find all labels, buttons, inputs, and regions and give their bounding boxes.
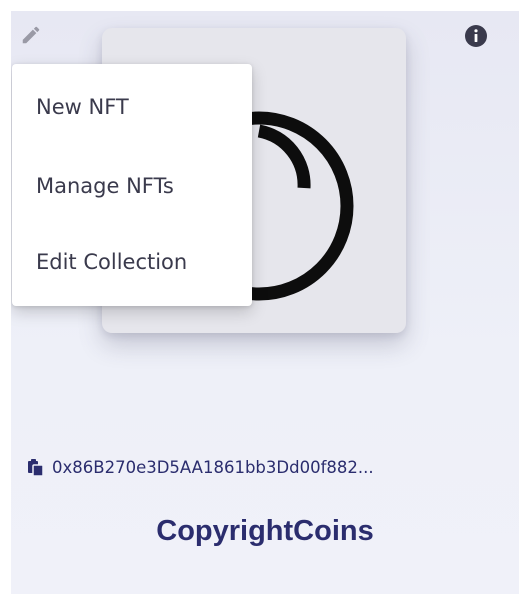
collection-title: CopyrightCoins [156, 515, 374, 547]
collection-options-menu: New NFT Manage NFTs Edit Collection [12, 64, 252, 306]
menu-item-edit-collection[interactable]: Edit Collection [12, 234, 252, 290]
info-icon [464, 24, 488, 53]
collection-card[interactable]: New NFT Manage NFTs Edit Collection 0x86… [11, 11, 519, 594]
info-button[interactable] [463, 24, 489, 53]
menu-item-label: Manage NFTs [36, 174, 174, 198]
menu-item-new-nft[interactable]: New NFT [12, 79, 252, 135]
menu-item-label: New NFT [36, 95, 129, 119]
copy-icon[interactable] [26, 457, 46, 477]
pencil-icon [20, 24, 42, 51]
menu-item-manage-nfts[interactable]: Manage NFTs [12, 158, 252, 214]
menu-item-label: Edit Collection [36, 250, 188, 274]
contract-address[interactable]: 0x86B270e3D5AA1861bb3Dd00f882... [26, 455, 374, 479]
edit-button[interactable] [15, 21, 47, 53]
contract-address-text: 0x86B270e3D5AA1861bb3Dd00f882... [52, 457, 374, 477]
